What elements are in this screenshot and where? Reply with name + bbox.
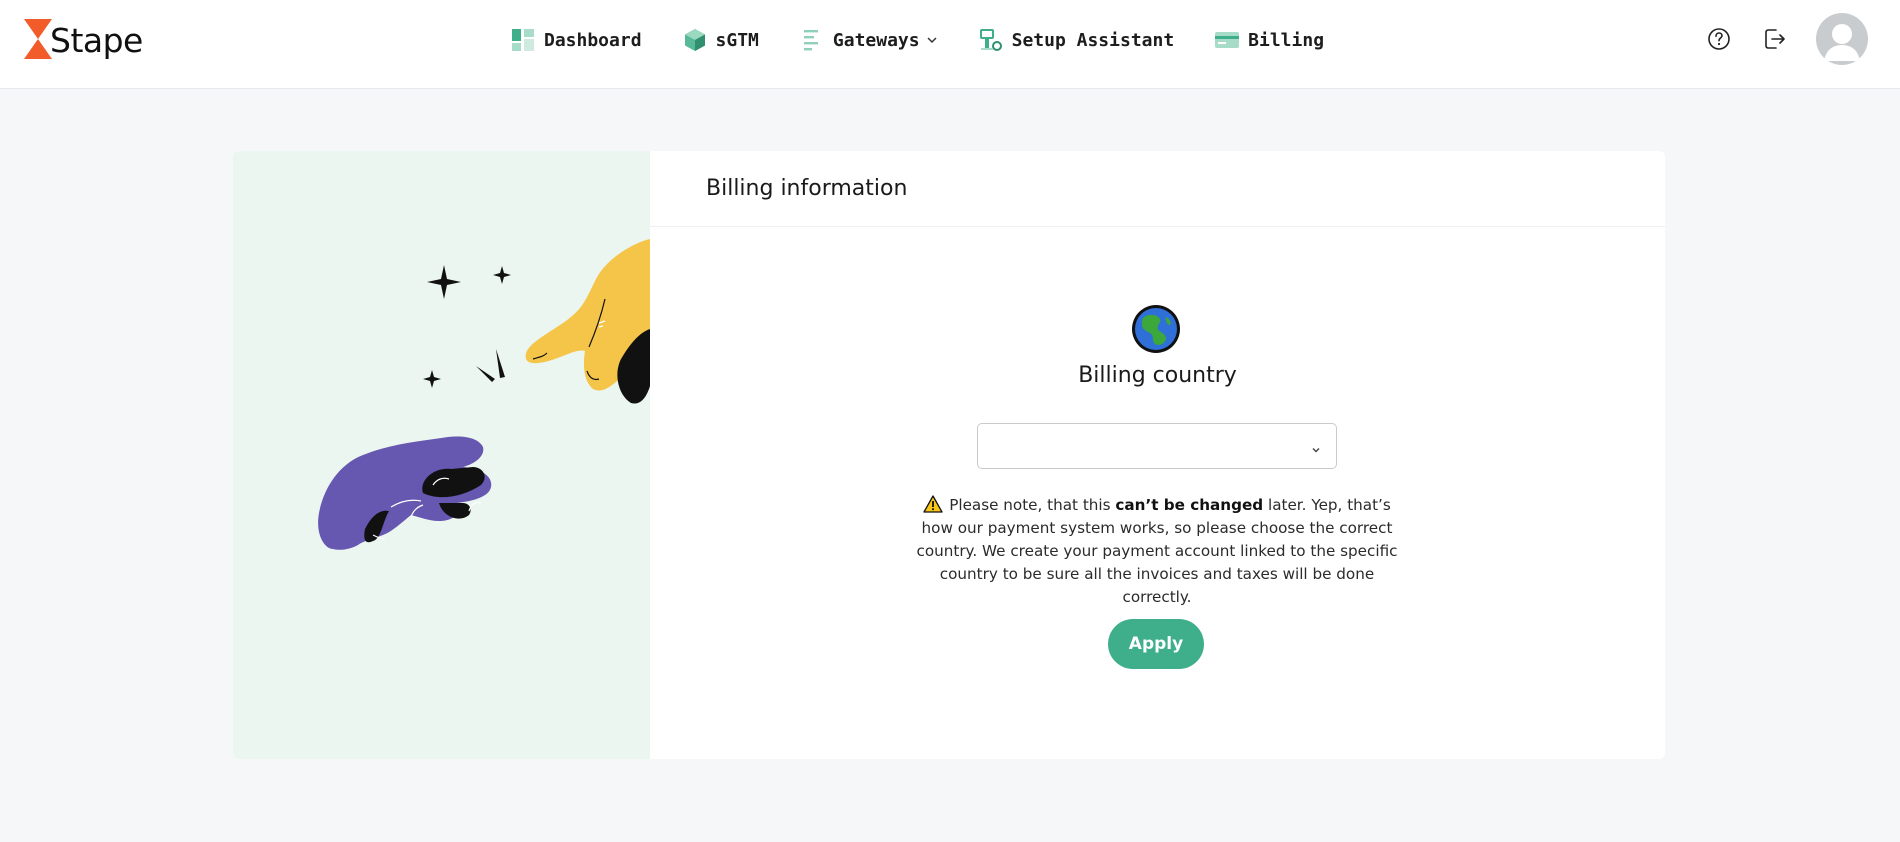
stape-logo[interactable]: Stape	[24, 18, 143, 60]
cube-icon	[682, 27, 708, 53]
credit-card-icon	[1214, 27, 1240, 53]
nav-item-gateways[interactable]: Gateways	[799, 24, 938, 56]
nav-item-label: sGTM	[715, 29, 759, 51]
list-icon	[799, 27, 825, 53]
avatar[interactable]	[1816, 13, 1868, 65]
billing-content: Billing information Billing country Plea…	[650, 151, 1665, 759]
hands-illustration	[233, 151, 650, 759]
nav-item-label: Dashboard	[544, 29, 642, 51]
nav-item-sgtm[interactable]: sGTM	[682, 24, 759, 56]
billing-country-notice: Please note, that this can’t be changed …	[912, 494, 1402, 609]
warning-icon	[923, 495, 943, 513]
billing-country-title: Billing country	[1078, 363, 1237, 388]
main-nav: Dashboard sGTM Gateways Setup Assistant …	[510, 24, 1364, 56]
apply-button[interactable]: Apply	[1108, 619, 1204, 669]
logo-text: Stape	[50, 20, 143, 60]
billing-card: Billing information Billing country Plea…	[233, 151, 1665, 759]
nav-item-setup-assistant[interactable]: Setup Assistant	[978, 24, 1175, 56]
assistant-icon	[978, 27, 1004, 53]
billing-header: Billing information	[650, 151, 1665, 227]
page-title: Billing information	[706, 176, 908, 201]
top-actions	[1704, 13, 1868, 65]
globe-icon	[1130, 303, 1182, 355]
nav-item-label: Gateways	[832, 29, 920, 51]
nav-item-label: Billing	[1248, 29, 1325, 51]
help-icon[interactable]	[1704, 24, 1734, 54]
logout-icon[interactable]	[1760, 24, 1790, 54]
dashboard-icon	[510, 27, 536, 53]
nav-item-dashboard[interactable]: Dashboard	[510, 24, 642, 56]
notice-prefix: Please note, that this	[949, 496, 1116, 514]
top-navigation-bar: Stape Dashboard sGTM Gateways Setup Assi…	[0, 0, 1900, 89]
notice-emphasis: can’t be changed	[1115, 496, 1264, 514]
chevron-down-icon	[1310, 441, 1322, 453]
chevron-down-icon	[926, 34, 938, 46]
nav-item-label: Setup Assistant	[1011, 29, 1175, 51]
nav-item-billing[interactable]: Billing	[1214, 24, 1324, 56]
billing-country-select[interactable]	[977, 423, 1337, 469]
